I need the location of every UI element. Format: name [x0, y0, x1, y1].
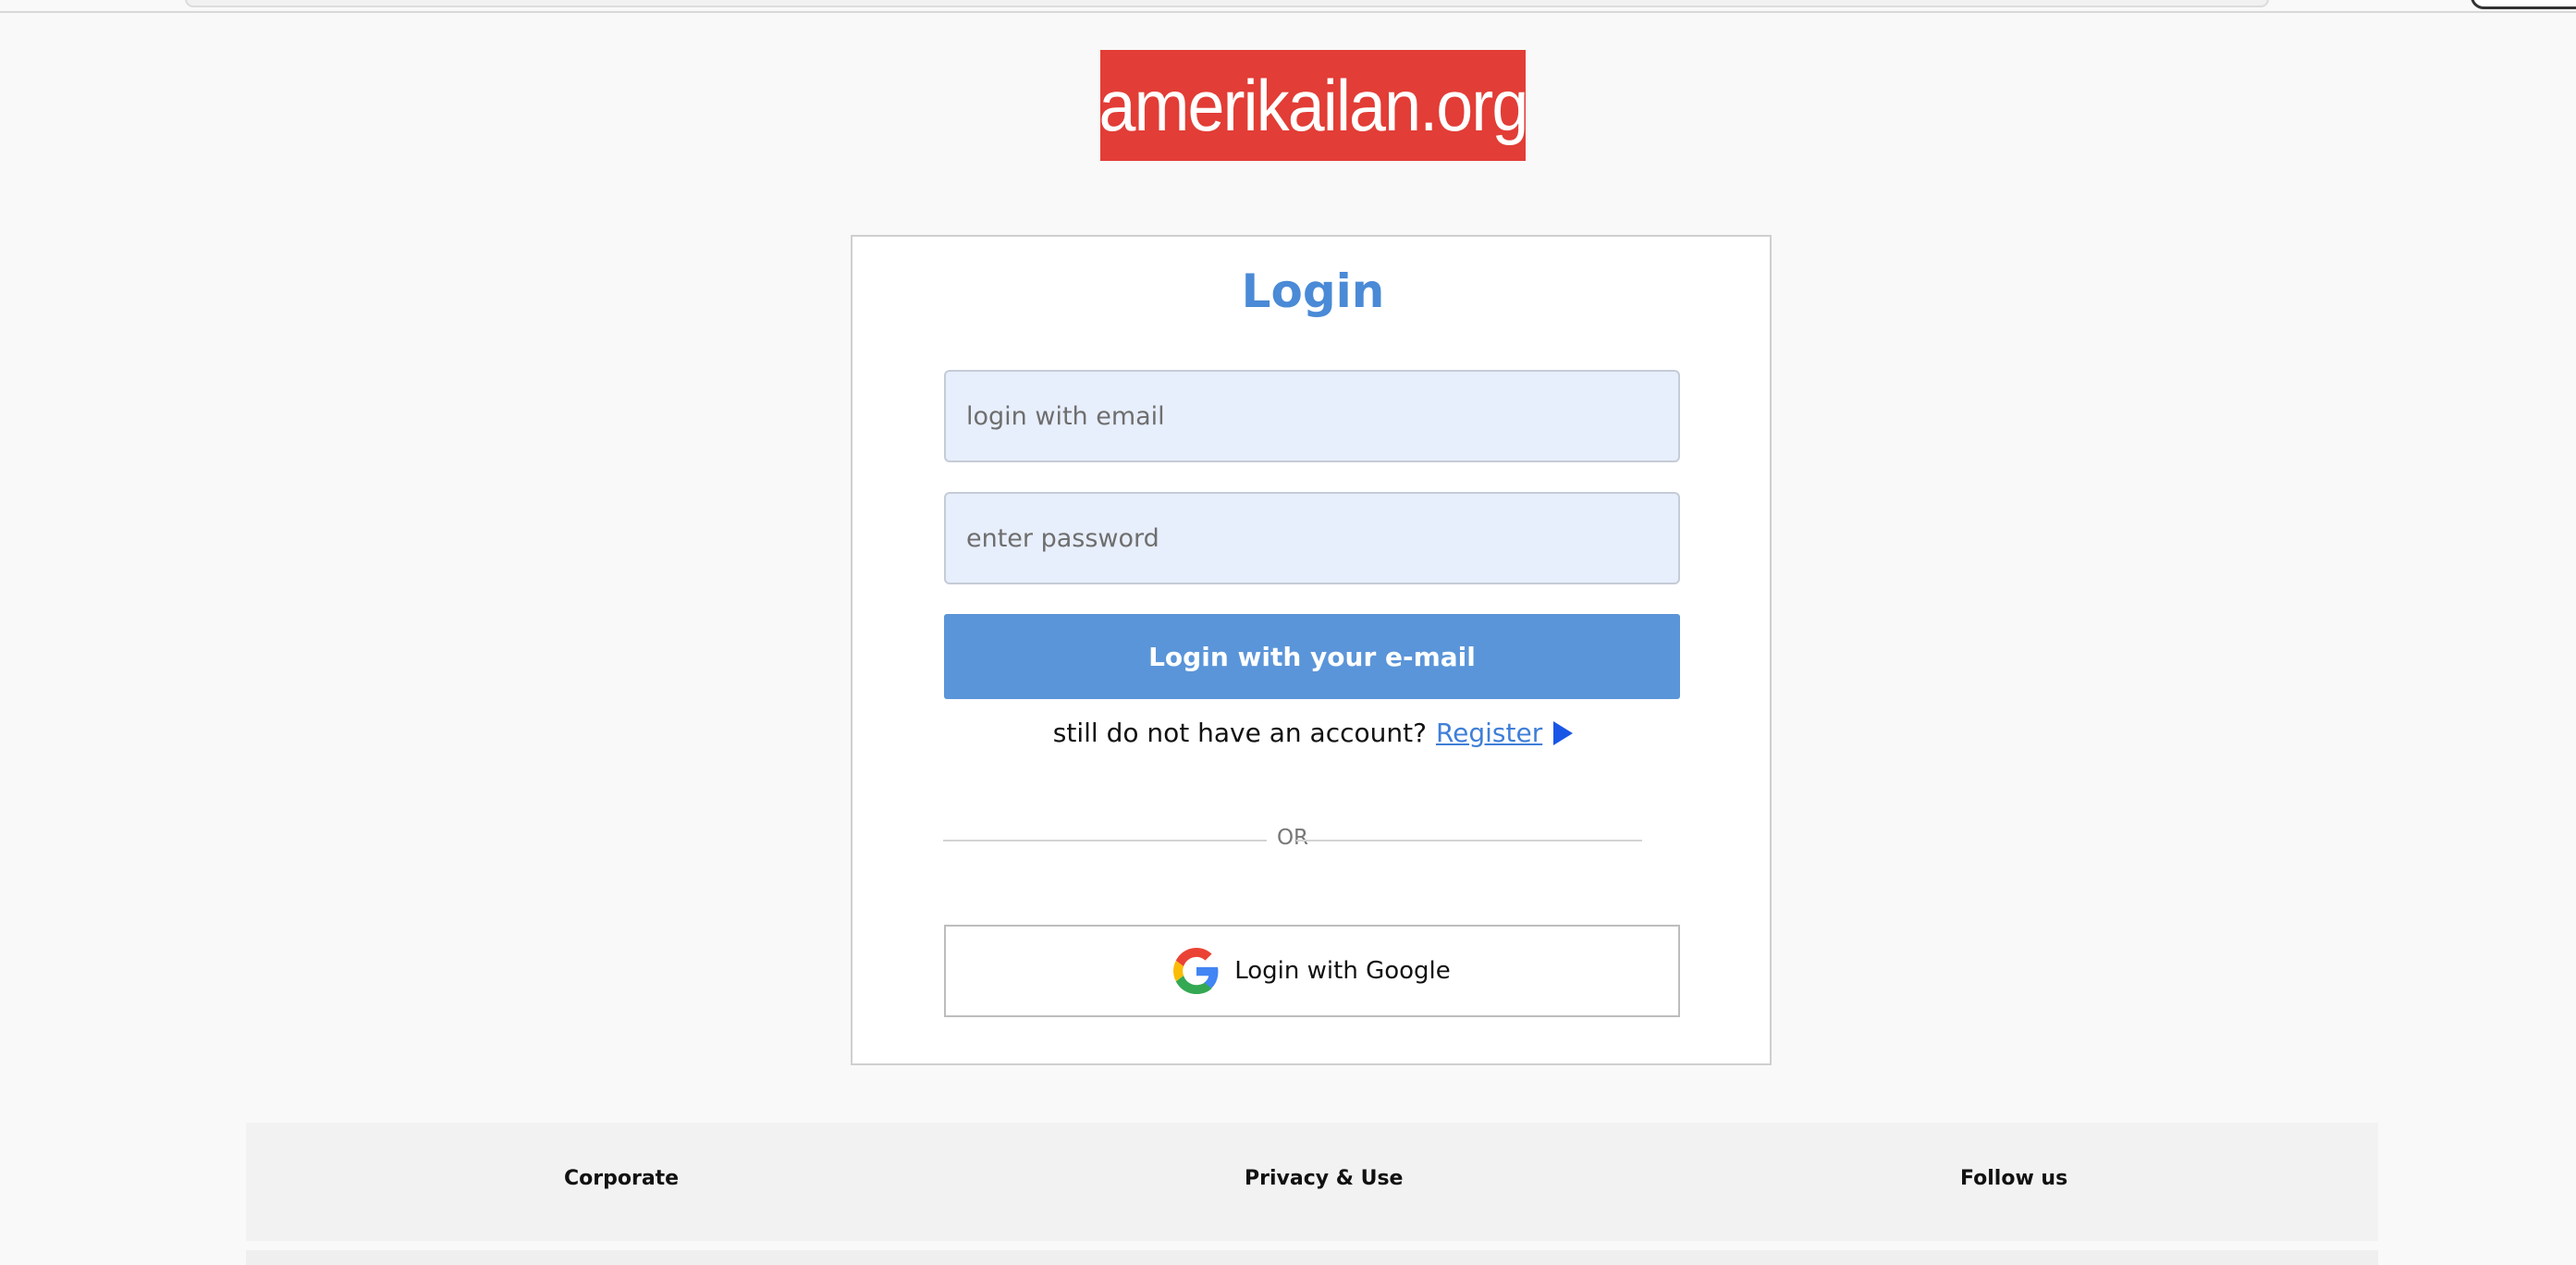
- footer-bottom-strip: [246, 1250, 2378, 1265]
- footer-follow-heading: Follow us: [1960, 1167, 2068, 1190]
- divider-left: [943, 840, 1267, 841]
- register-link[interactable]: Register: [1436, 718, 1542, 748]
- google-login-label: Login with Google: [1234, 957, 1451, 985]
- google-login-button[interactable]: Login with Google: [944, 925, 1680, 1017]
- footer-privacy-heading: Privacy & Use: [1245, 1167, 1404, 1190]
- play-triangle-icon[interactable]: [1553, 720, 1574, 745]
- login-email-button[interactable]: Login with your e-mail: [944, 614, 1680, 699]
- profile-button[interactable]: [2471, 0, 2576, 9]
- no-account-text: still do not have an account?: [1052, 718, 1427, 748]
- email-field[interactable]: login with email: [944, 370, 1680, 462]
- divider-right: [1296, 840, 1642, 841]
- site-logo[interactable]: amerikailan.org: [1099, 50, 1528, 161]
- google-g-icon: [1173, 948, 1220, 994]
- login-title: Login: [1241, 264, 1385, 318]
- address-bar[interactable]: [185, 0, 2269, 7]
- register-prompt: still do not have an account? Register: [0, 718, 2576, 748]
- or-separator: OR: [1276, 826, 1309, 850]
- password-field[interactable]: enter password: [944, 492, 1680, 584]
- browser-top-bar: [0, 0, 2576, 13]
- footer-corporate-heading: Corporate: [564, 1167, 680, 1190]
